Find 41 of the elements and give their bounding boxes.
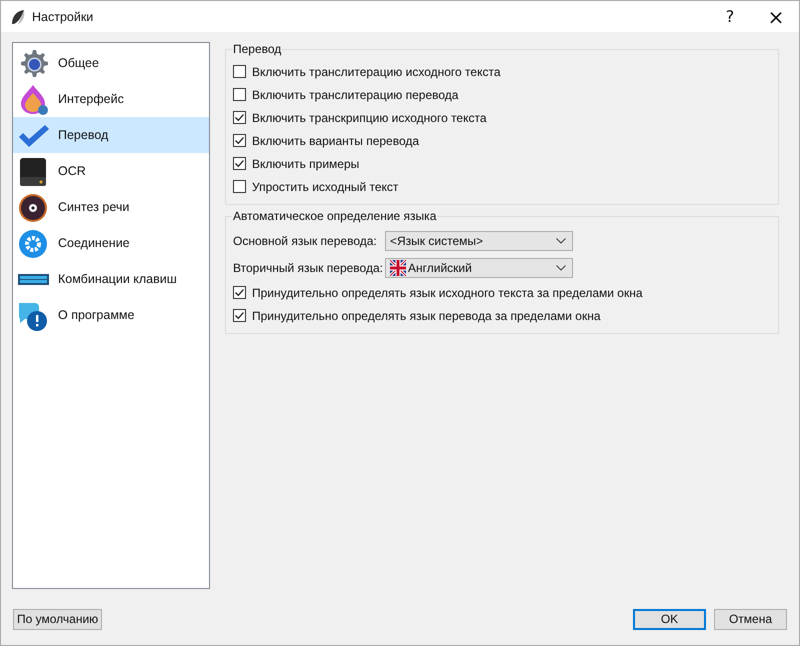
checkbox-label: Включить варианты перевода bbox=[252, 134, 420, 148]
close-button[interactable]: × bbox=[753, 1, 799, 32]
defaults-button[interactable]: По умолчанию bbox=[13, 608, 102, 630]
group-title: Автоматическое определение языка bbox=[232, 209, 438, 223]
app-icon bbox=[10, 8, 26, 24]
checkbox-label: Включить транскрипцию исходного текста bbox=[252, 110, 487, 124]
flag-icon bbox=[390, 260, 406, 276]
checkbox[interactable] bbox=[233, 180, 246, 193]
checkbox-label: Принудительно определять язык исходного текста за пределами окна bbox=[252, 286, 643, 300]
checkbox-label: Включить транслитерацию перевода bbox=[252, 88, 458, 102]
sidebar-item[interactable]: Соединение bbox=[13, 225, 209, 261]
sidebar-item[interactable]: Перевод bbox=[13, 117, 209, 153]
checkbox[interactable] bbox=[233, 157, 246, 170]
checkbox[interactable] bbox=[233, 88, 246, 101]
sidebar-item[interactable]: OCR bbox=[13, 153, 209, 189]
help-button[interactable]: ? bbox=[707, 1, 753, 32]
checkbox[interactable] bbox=[233, 309, 246, 322]
checkbox-label: Включить примеры bbox=[252, 156, 360, 170]
checkbox-label: Упростить исходный текст bbox=[252, 180, 398, 194]
window-title: Настройки bbox=[32, 10, 94, 24]
sidebar-item[interactable]: Общее bbox=[13, 45, 209, 81]
checkbox-label: Включить транслитерацию исходного текста bbox=[252, 64, 500, 78]
caret-icon bbox=[556, 238, 566, 244]
field-label: Основной язык перевода: bbox=[233, 234, 378, 248]
caret-icon bbox=[556, 264, 566, 270]
group-title: Перевод bbox=[232, 42, 282, 56]
dropdown[interactable]: <Язык системы> bbox=[385, 230, 573, 250]
ok-button[interactable]: OK bbox=[633, 608, 706, 630]
dropdown[interactable]: Английский bbox=[385, 258, 573, 278]
cancel-button[interactable]: Отмена bbox=[714, 608, 787, 630]
keyboard-icon bbox=[18, 274, 49, 284]
sidebar-item[interactable]: Комбинации клавиш bbox=[13, 261, 209, 297]
sidebar-item[interactable]: Интерфейс bbox=[13, 81, 209, 117]
checkbox[interactable] bbox=[233, 111, 246, 124]
checkbox[interactable] bbox=[233, 286, 246, 299]
sidebar-item[interactable]: О программе bbox=[13, 297, 209, 333]
checkbox-label: Принудительно определять язык перевода за пределами окна bbox=[252, 308, 601, 322]
checkbox[interactable] bbox=[233, 134, 246, 147]
sidebar-item[interactable]: Синтез речи bbox=[13, 189, 209, 225]
field-label: Вторичный язык перевода: bbox=[233, 260, 384, 274]
checkbox[interactable] bbox=[233, 65, 246, 78]
